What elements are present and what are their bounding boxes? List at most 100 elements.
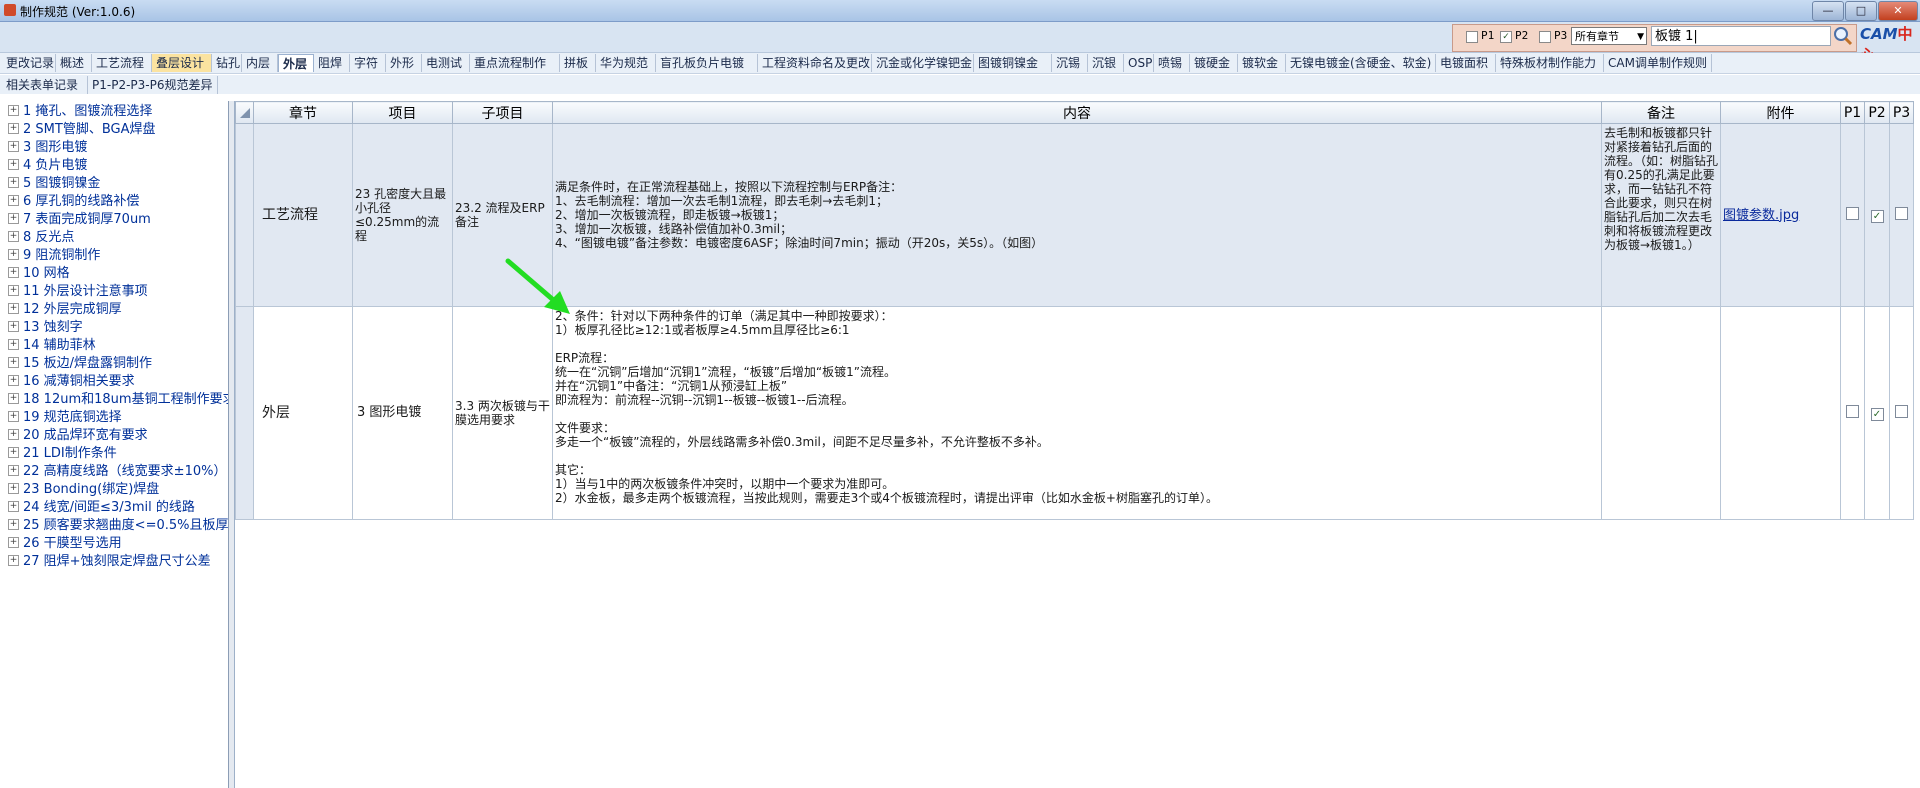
header-remark[interactable]: 备注 <box>1601 101 1721 124</box>
tab-4[interactable]: 钻孔 <box>212 54 242 72</box>
close-button[interactable]: ✕ <box>1878 1 1918 21</box>
tab-24[interactable]: 无镍电镀金(含硬金、软金) <box>1286 54 1436 72</box>
tab-9[interactable]: 外形 <box>386 54 422 72</box>
expand-icon[interactable]: + <box>8 429 19 440</box>
header-chapter[interactable]: 章节 <box>253 101 353 124</box>
expand-icon[interactable]: + <box>8 303 19 314</box>
tab-13[interactable]: 华为规范 <box>596 54 656 72</box>
tab-11[interactable]: 重点流程制作 <box>470 54 560 72</box>
header-attachment[interactable]: 附件 <box>1720 101 1841 124</box>
tree-item[interactable]: +2 SMT管脚、BGA焊盘 <box>8 121 155 139</box>
row-p1-checkbox[interactable] <box>1846 207 1859 220</box>
expand-icon[interactable]: + <box>8 393 19 404</box>
minimize-button[interactable]: — <box>1812 1 1844 21</box>
expand-icon[interactable]: + <box>8 411 19 422</box>
expand-icon[interactable]: + <box>8 267 19 278</box>
expand-icon[interactable]: + <box>8 177 19 188</box>
maximize-button[interactable]: □ <box>1845 1 1877 21</box>
tab2-0[interactable]: 相关表单记录 <box>2 76 88 94</box>
expand-icon[interactable]: + <box>8 465 19 476</box>
expand-icon[interactable]: + <box>8 519 19 530</box>
tree-item[interactable]: +27 阻焊+蚀刻限定焊盘尺寸公差 <box>8 553 211 571</box>
expand-icon[interactable]: + <box>8 141 19 152</box>
tab2-1[interactable]: P1-P2-P3-P6规范差异 <box>88 76 218 94</box>
tree-item[interactable]: +11 外层设计注意事项 <box>8 283 148 301</box>
tree-item[interactable]: +6 厚孔铜的线路补偿 <box>8 193 139 211</box>
expand-icon[interactable]: + <box>8 249 19 260</box>
p1-checkbox[interactable] <box>1466 31 1478 43</box>
expand-icon[interactable]: + <box>8 555 19 566</box>
row-p2-checkbox[interactable]: ✓ <box>1870 209 1884 223</box>
expand-icon[interactable]: + <box>8 537 19 548</box>
expand-icon[interactable]: + <box>8 375 19 386</box>
expand-icon[interactable]: + <box>8 321 19 332</box>
tab-1[interactable]: 概述 <box>56 54 92 72</box>
row-p1-checkbox[interactable] <box>1846 405 1859 418</box>
tree-item[interactable]: +15 板边/焊盘露铜制作 <box>8 355 152 373</box>
tree-item[interactable]: +3 图形电镀 <box>8 139 87 157</box>
attachment-link[interactable]: 图镀参数.jpg <box>1723 208 1799 223</box>
expand-icon[interactable]: + <box>8 213 19 224</box>
tab-16[interactable]: 沉金或化学镍钯金 <box>872 54 974 72</box>
header-p2[interactable]: P2 <box>1864 101 1890 124</box>
table-row[interactable]: 外层 3 图形电镀 3.3 两次板镀与干膜选用要求 2、条件：针对以下两种条件的… <box>235 306 1914 520</box>
tab-25[interactable]: 电镀面积 <box>1436 54 1496 72</box>
row-selector[interactable] <box>235 123 254 307</box>
expand-icon[interactable]: + <box>8 231 19 242</box>
expand-icon[interactable]: + <box>8 285 19 296</box>
tab-6[interactable]: 外层 <box>278 54 314 72</box>
header-item[interactable]: 项目 <box>352 101 453 124</box>
search-button[interactable] <box>1832 25 1854 47</box>
tree-item[interactable]: +14 辅助菲林 <box>8 337 96 355</box>
tab-17[interactable]: 图镀铜镍金 <box>974 54 1052 72</box>
expand-icon[interactable]: + <box>8 105 19 116</box>
tab-12[interactable]: 拼板 <box>560 54 596 72</box>
tab-19[interactable]: 沉银 <box>1088 54 1124 72</box>
tree-item[interactable]: +9 阻流铜制作 <box>8 247 100 265</box>
tab-18[interactable]: 沉锡 <box>1052 54 1088 72</box>
expand-icon[interactable]: + <box>8 159 19 170</box>
tree-item[interactable]: +20 成品焊环宽有要求 <box>8 427 148 445</box>
tree-item[interactable]: +19 规范底铜选择 <box>8 409 122 427</box>
tree-item[interactable]: +13 蚀刻字 <box>8 319 83 337</box>
tab-10[interactable]: 电测试 <box>422 54 470 72</box>
tree-item[interactable]: +10 网格 <box>8 265 70 283</box>
row-p3-checkbox[interactable] <box>1895 405 1908 418</box>
chapter-select[interactable]: 所有章节 ▼ <box>1571 27 1647 45</box>
tree-item[interactable]: +12 外层完成铜厚 <box>8 301 122 319</box>
tree-item[interactable]: +24 线宽/间距≤3/3mil 的线路 <box>8 499 195 517</box>
tree-item[interactable]: +7 表面完成铜厚70um <box>8 211 151 229</box>
tab-7[interactable]: 阻焊 <box>314 54 350 72</box>
tab-0[interactable]: 更改记录 <box>2 54 56 72</box>
tab-22[interactable]: 镀硬金 <box>1190 54 1238 72</box>
tab-23[interactable]: 镀软金 <box>1238 54 1286 72</box>
tab-21[interactable]: 喷锡 <box>1154 54 1190 72</box>
tab-26[interactable]: 特殊板材制作能力 <box>1496 54 1604 72</box>
tab-15[interactable]: 工程资料命名及更改 <box>758 54 872 72</box>
tab-20[interactable]: OSP <box>1124 54 1154 72</box>
tab-2[interactable]: 工艺流程 <box>92 54 152 72</box>
tree-item[interactable]: +26 干膜型号选用 <box>8 535 122 553</box>
row-p2-checkbox[interactable]: ✓ <box>1870 407 1884 421</box>
row-p3-checkbox[interactable] <box>1895 207 1908 220</box>
header-p3[interactable]: P3 <box>1889 101 1914 124</box>
tree-item[interactable]: +1 掩孔、图镀流程选择 <box>8 103 152 121</box>
tree-item[interactable]: +22 高精度线路（线宽要求±10%） <box>8 463 226 481</box>
section-tree[interactable]: +1 掩孔、图镀流程选择 +2 SMT管脚、BGA焊盘 +3 图形电镀 +4 负片电镀… <box>0 101 229 788</box>
header-p1[interactable]: P1 <box>1840 101 1865 124</box>
tree-item[interactable]: +21 LDI制作条件 <box>8 445 117 463</box>
tree-item[interactable]: +18 12um和18um基铜工程制作要求 <box>8 391 228 409</box>
tree-item[interactable]: +8 反光点 <box>8 229 74 247</box>
expand-icon[interactable]: + <box>8 501 19 512</box>
p2-checkbox[interactable]: ✓ <box>1500 31 1512 43</box>
search-input[interactable]: 板镀 1| <box>1651 26 1831 46</box>
tab-27[interactable]: CAM调单制作规则 <box>1604 54 1712 72</box>
expand-icon[interactable]: + <box>8 357 19 368</box>
expand-icon[interactable]: + <box>8 195 19 206</box>
header-subitem[interactable]: 子项目 <box>452 101 553 124</box>
tab-5[interactable]: 内层 <box>242 54 278 72</box>
tree-item[interactable]: +16 减薄铜相关要求 <box>8 373 135 391</box>
expand-icon[interactable]: + <box>8 483 19 494</box>
tree-item[interactable]: +5 图镀铜镍金 <box>8 175 100 193</box>
tree-item[interactable]: +23 Bonding(绑定)焊盘 <box>8 481 159 499</box>
